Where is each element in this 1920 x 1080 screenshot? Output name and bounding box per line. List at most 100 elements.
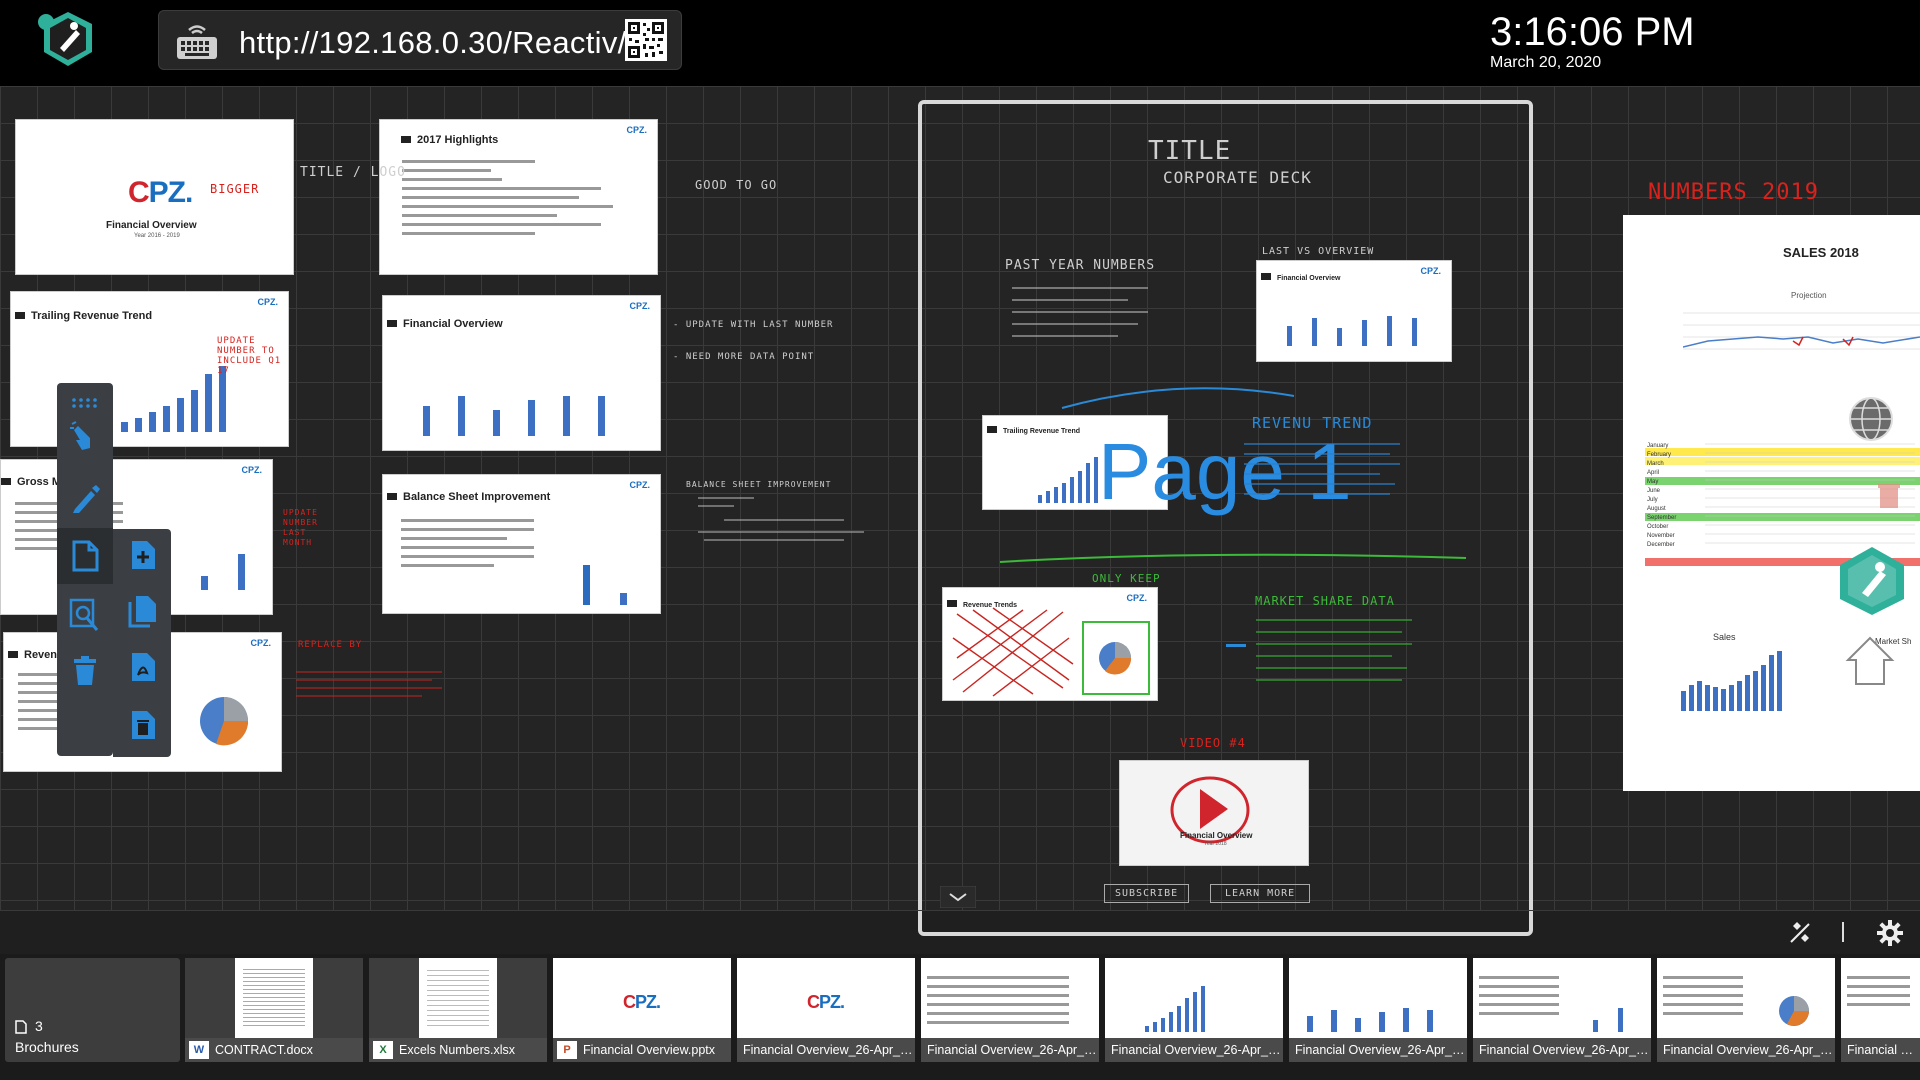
cpz-logo: CPZ.	[128, 176, 193, 209]
green-line	[996, 548, 1476, 573]
trash-icon[interactable]	[65, 651, 105, 691]
home-icon[interactable]	[1844, 632, 1896, 688]
projection-label: Projection	[1791, 291, 1827, 300]
keyboard-wifi-icon[interactable]	[175, 23, 219, 61]
slide-logo: CPZ.	[241, 465, 262, 475]
url-text[interactable]: http://192.168.0.30/Reactiv/	[239, 25, 627, 61]
tray-item-label: CONTRACT.docx	[215, 1043, 313, 1057]
slide-title: Financial Overview	[387, 318, 503, 330]
svg-text:May: May	[1647, 479, 1658, 485]
subscribe-button[interactable]: SUBSCRIBE	[1104, 884, 1190, 903]
slide-logo: CPZ.	[629, 480, 650, 490]
annotation-update-number: UPDATE NUMBER TO INCLUDE Q1 17	[217, 336, 282, 376]
mini-slide-financial[interactable]: CPZ. Financial Overview	[1256, 260, 1452, 362]
toolbar-separator	[1842, 922, 1844, 942]
tray-item-label: Financial Overview_26-Apr_03-...	[1105, 1038, 1283, 1062]
mini-slide-revenue[interactable]: CPZ. Revenue Trends	[942, 587, 1158, 701]
annotation-last-vs: LAST VS OVERVIEW	[1262, 246, 1375, 257]
sales-chart-label: Sales	[1713, 632, 1736, 642]
red-crosshatch	[952, 607, 1150, 697]
video-thumbnail[interactable]: Financial Overview Year 2018	[1119, 760, 1309, 866]
annotation-need-more: - NEED MORE DATA POINT	[673, 352, 815, 362]
annotation-update-side: UPDATE NUMBER LAST MONTH	[283, 508, 318, 547]
pen-badge-icon[interactable]	[1834, 545, 1910, 617]
pen-tool-icon[interactable]	[65, 479, 105, 519]
slide-2017-highlights[interactable]: CPZ. 2017 Highlights	[379, 119, 658, 275]
tray-item-slide-3[interactable]: Trailing Revenue Trend Financial Overvie…	[1105, 958, 1283, 1062]
slide-cover[interactable]: CPZ. Financial Overview Year 2016 - 2019	[15, 119, 294, 275]
eraser-icon[interactable]	[1787, 920, 1813, 946]
green-handwriting-lines	[1252, 612, 1422, 697]
globe-icon[interactable]	[1848, 396, 1894, 442]
folder-name: Brochures	[15, 1039, 79, 1055]
add-document-icon[interactable]	[123, 535, 163, 575]
annotation-past-year: PAST YEAR NUMBERS	[1005, 258, 1156, 273]
url-bar[interactable]: http://192.168.0.30/Reactiv/	[158, 10, 682, 70]
learn-more-button[interactable]: LEARN MORE	[1210, 884, 1311, 903]
svg-text:June: June	[1647, 488, 1661, 494]
tray-item-excel[interactable]: X Excels Numbers.xlsx	[369, 958, 547, 1062]
blue-handwriting-lines	[1240, 436, 1410, 511]
file-tray: 3 Brochures W CONTRACT.docx X Excels Numbe…	[0, 954, 1920, 1080]
tray-item-label: Financial Overview.pptx	[583, 1043, 716, 1057]
svg-text:October: October	[1647, 524, 1668, 530]
folder-brochures[interactable]: 3 Brochures	[5, 958, 180, 1062]
pdf-document-icon[interactable]	[123, 647, 163, 687]
slide-logo: CPZ.	[250, 638, 271, 648]
slide-financial-overview[interactable]: CPZ. Financial Overview	[382, 295, 661, 451]
qr-code-icon[interactable]	[625, 19, 667, 61]
document-tool-icon[interactable]	[57, 528, 113, 584]
svg-text:August: August	[1647, 506, 1666, 512]
annotation-numbers: NUMBERS 2019	[1648, 180, 1819, 205]
copy-document-icon[interactable]	[123, 591, 163, 631]
powerpoint-file-icon: P	[557, 1041, 577, 1059]
annotation-update-latest: - UPDATE WITH LAST NUMBER	[673, 320, 834, 330]
tray-item-slide-2[interactable]: 2017 Highlights Financial Overview_26-Ap…	[921, 958, 1099, 1062]
slide-title: Trailing Revenue Trend	[15, 310, 152, 322]
tray-item-slide-7[interactable]: Balance Sheet Imp Financial Overv	[1841, 958, 1920, 1062]
slide-balance-sheet[interactable]: CPZ. Balance Sheet Improvement	[382, 474, 661, 614]
tray-item-slide-5[interactable]: Gross Margin Trends Financial Overview_2…	[1473, 958, 1651, 1062]
annotation-revenue-trend: REVENU TREND	[1252, 414, 1373, 432]
tray-item-label: Excels Numbers.xlsx	[399, 1043, 515, 1057]
video-subtitle: Year 2018	[1204, 841, 1227, 847]
slide-title: Trailing Revenue Trend	[987, 426, 1080, 435]
slide-logo: CPZ.	[626, 125, 647, 135]
tray-item-label: Financial Overview_26-Apr_03-...	[1289, 1038, 1467, 1062]
trash-overlay-icon	[1878, 484, 1900, 508]
slide-trailing-revenue[interactable]: CPZ. Trailing Revenue Trend UPDATE NUMBE…	[10, 291, 289, 447]
pie-chart	[200, 697, 249, 746]
folder-count: 3	[35, 1018, 43, 1034]
pointer-hand-icon[interactable]	[65, 417, 105, 457]
tray-item-label: Financial Overview_26-Apr_03-...	[1473, 1038, 1651, 1062]
tray-item-slide-4[interactable]: Financial Overview Financial Overview_26…	[1289, 958, 1467, 1062]
annotation-market-share: MARKET SHARE DATA	[1255, 594, 1395, 608]
handwriting-lines-past	[1008, 280, 1158, 355]
annotation-video: VIDEO #4	[1180, 736, 1246, 750]
red-handwriting-lines	[292, 654, 452, 719]
collapse-chevron-icon[interactable]	[939, 885, 977, 913]
slide-logo: CPZ.	[1420, 266, 1441, 276]
sales-title: SALES 2018	[1783, 245, 1859, 260]
tray-item-label: Financial Overview_26-Apr_03-...	[921, 1038, 1099, 1062]
tray-item-slide-6[interactable]: Revenue Trends Financial Overview_26-Apr…	[1657, 958, 1835, 1062]
top-bar: http://192.168.0.30/Reactiv/ 3:16:06 PM …	[0, 0, 1920, 86]
tray-item-contract[interactable]: W CONTRACT.docx	[185, 958, 363, 1062]
zoom-search-icon[interactable]	[65, 595, 105, 635]
file-count-icon	[15, 1020, 27, 1034]
annotation-frame-subtitle: CORPORATE DECK	[1163, 168, 1312, 187]
slide-title: Balance Sheet Improvement	[387, 491, 550, 503]
annotation-replace: REPLACE BY	[298, 640, 363, 650]
bottom-divider	[0, 910, 1920, 911]
slide-title: Gross M	[1, 476, 61, 488]
tray-item-slide-1[interactable]: CPZ. Financial Overview Financial Overvie…	[737, 958, 915, 1062]
svg-text:January: January	[1647, 443, 1668, 449]
delete-document-icon[interactable]	[123, 705, 163, 745]
annotation-title-logo: TITLE / LOGO	[300, 165, 406, 180]
video-title: Financial Overview	[1180, 831, 1253, 840]
tray-item-pptx[interactable]: CPZ. Financial Overview P Financial Overvi…	[553, 958, 731, 1062]
gear-icon[interactable]	[1877, 920, 1903, 946]
app-logo-icon[interactable]	[28, 8, 100, 78]
slide-logo: CPZ.	[629, 301, 650, 311]
clock-time: 3:16:06 PM	[1490, 10, 1695, 54]
